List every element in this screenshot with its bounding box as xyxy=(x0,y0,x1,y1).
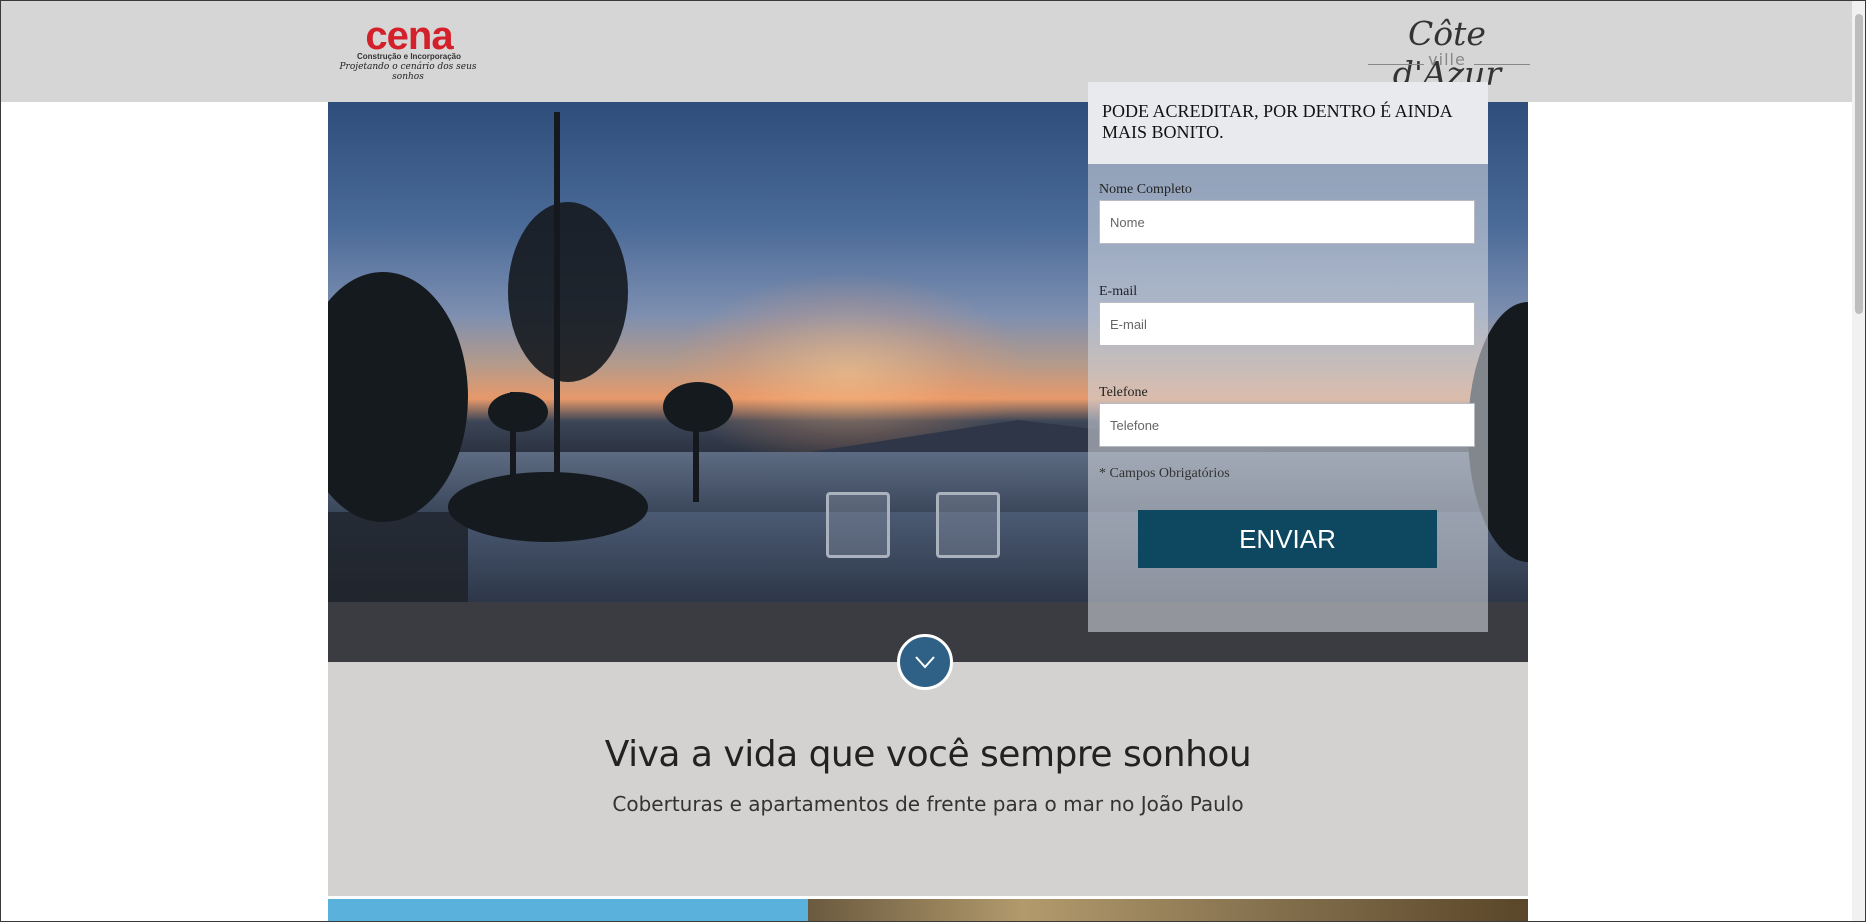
email-input[interactable] xyxy=(1099,302,1475,346)
name-label: Nome Completo xyxy=(1099,182,1192,197)
logo-wordmark: cena xyxy=(365,14,453,58)
required-fields-note: * Campos Obrigatórios xyxy=(1099,466,1230,481)
info-title: Viva a vida que você sempre sonhou xyxy=(604,734,1252,775)
tree-canopy xyxy=(508,202,628,382)
site-header: cena Construção e Incorporação Projetand… xyxy=(0,0,1866,102)
scrollbar-thumb[interactable] xyxy=(1855,14,1863,314)
name-input[interactable] xyxy=(1099,200,1475,244)
lounge-chair xyxy=(936,492,1000,558)
gallery-tile-right xyxy=(808,899,1528,922)
logo-tagline: Projetando o cenário dos seus sonhos xyxy=(339,62,477,82)
submit-button[interactable]: ENVIAR xyxy=(1138,510,1437,568)
info-subtitle: Coberturas e apartamentos de frente para… xyxy=(612,792,1244,816)
logo-rule-right xyxy=(1474,64,1530,65)
form-heading: PODE ACREDITAR, POR DENTRO É AINDA MAIS … xyxy=(1102,101,1452,142)
page-scrollbar[interactable] xyxy=(1852,0,1866,922)
gallery-tile-left xyxy=(328,899,808,922)
contact-form: PODE ACREDITAR, POR DENTRO É AINDA MAIS … xyxy=(1088,82,1488,632)
cote-dazur-logo[interactable]: Côte d'Azur ville xyxy=(1364,14,1530,93)
palm-canopy xyxy=(663,382,733,432)
scroll-down-button[interactable] xyxy=(897,634,953,690)
lounge-chair xyxy=(826,492,890,558)
info-section: Viva a vida que você sempre sonhou Cober… xyxy=(328,662,1528,896)
palm-canopy xyxy=(488,392,548,432)
cena-logo[interactable]: cena Construção e Incorporação Projetand… xyxy=(328,14,488,82)
shrubs xyxy=(448,472,648,542)
logo-subtitle: Construção e Incorporação xyxy=(356,52,462,61)
form-header: PODE ACREDITAR, POR DENTRO É AINDA MAIS … xyxy=(1088,82,1488,164)
chevron-down-icon xyxy=(915,656,935,669)
phone-label: Telefone xyxy=(1099,385,1148,400)
email-label: E-mail xyxy=(1099,284,1138,299)
logo-ville: ville xyxy=(1428,50,1466,69)
phone-input[interactable] xyxy=(1099,403,1475,447)
